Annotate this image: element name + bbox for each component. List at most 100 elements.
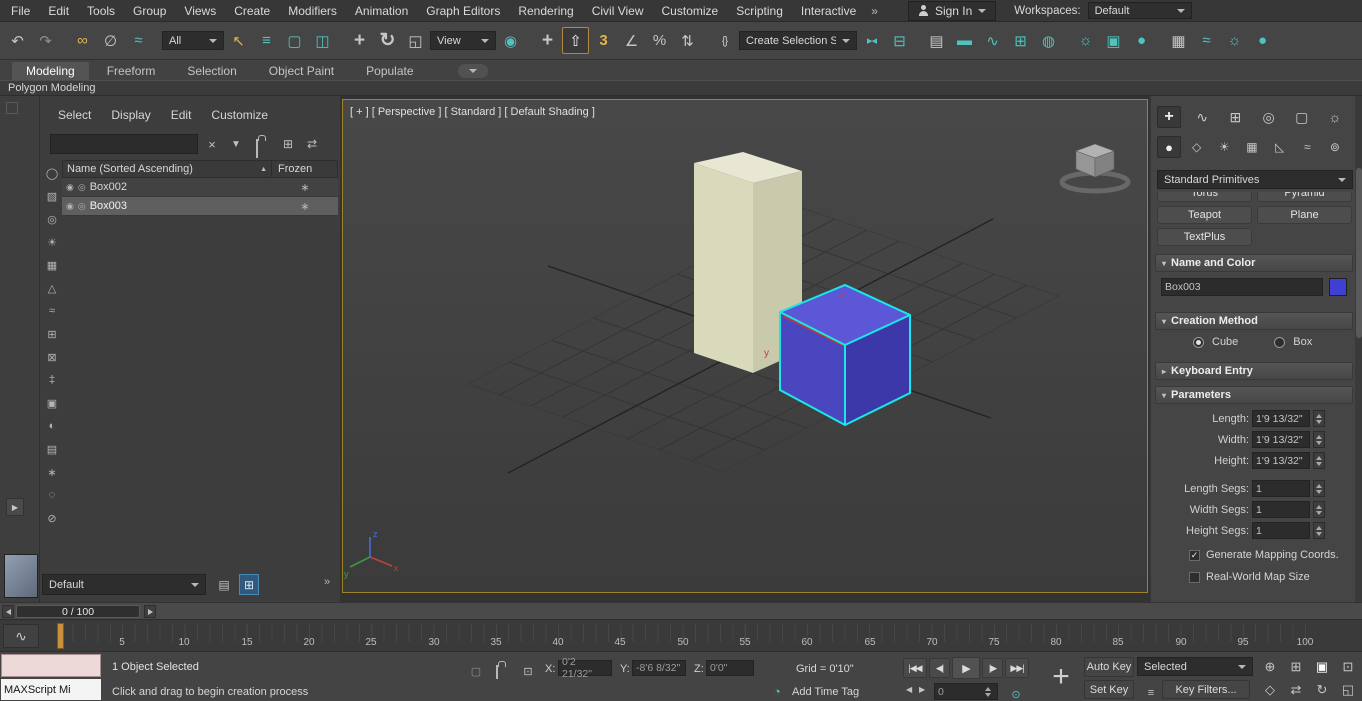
frame-spinner[interactable] <box>982 684 994 699</box>
play-animation-button[interactable]: ▶ <box>952 657 980 679</box>
select-all-icon[interactable]: ◯ <box>43 164 61 182</box>
teapot-button[interactable]: Teapot <box>1157 206 1252 224</box>
menu-item-views[interactable]: Views <box>175 0 225 22</box>
select-object-icon[interactable]: ↖ <box>225 27 252 54</box>
next-frame-button[interactable]: |▶ <box>982 658 1003 678</box>
width-spinner[interactable] <box>1313 431 1325 448</box>
isolate-selection-icon[interactable]: ▢ <box>462 658 489 685</box>
undo-icon[interactable]: ↶ <box>4 27 31 54</box>
width-segs-spinner[interactable] <box>1313 501 1325 518</box>
align-icon[interactable]: ⊟ <box>886 27 913 54</box>
primitive-category-select[interactable]: Standard Primitives <box>1157 170 1353 189</box>
generate-mapping-checkbox[interactable]: ✓ <box>1189 549 1200 561</box>
lights-category-icon[interactable]: ☀ <box>1212 136 1236 158</box>
viewport-canvas[interactable]: z y x y z <box>343 100 1147 592</box>
select-and-manipulate-icon[interactable]: + <box>534 27 561 54</box>
x-coordinate-field[interactable]: 0'2 21/32" <box>558 656 612 680</box>
display-frozen-icon[interactable]: ∗ <box>43 463 61 481</box>
display-containers-icon[interactable]: ▣ <box>43 394 61 412</box>
select-by-name-icon[interactable]: ≡ <box>253 27 280 54</box>
menu-item-edit[interactable]: Edit <box>39 0 78 22</box>
frame-back-icon[interactable]: ◀ <box>906 685 912 694</box>
render-in-cloud-icon[interactable]: ≈ <box>1193 27 1220 54</box>
plane-button[interactable]: Plane <box>1257 206 1352 224</box>
pyramid-button[interactable]: Pyramid <box>1257 192 1352 202</box>
length-field[interactable]: 1'9 13/32" <box>1252 410 1310 427</box>
panel-scrollbar[interactable] <box>1355 96 1362 602</box>
display-shapes-icon[interactable]: ◎ <box>43 210 61 228</box>
height-segs-spinner[interactable] <box>1313 522 1325 539</box>
length-segs-field[interactable]: 1 <box>1252 480 1310 497</box>
zoom-all-icon[interactable]: ⊞ <box>1284 656 1308 677</box>
box-radio[interactable] <box>1274 336 1286 348</box>
clear-search-icon[interactable]: × <box>202 134 222 154</box>
create-tab-icon[interactable]: + <box>1157 106 1181 128</box>
menu-item-rendering[interactable]: Rendering <box>509 0 582 22</box>
time-slider[interactable]: 0 / 100 <box>0 602 1362 619</box>
select-and-rotate-icon[interactable]: ↻ <box>374 27 401 54</box>
named-selection-set-select[interactable]: Create Selection Se <box>739 31 857 50</box>
select-and-scale-icon[interactable]: ◱ <box>402 27 429 54</box>
space-warps-category-icon[interactable]: ≈ <box>1295 136 1319 158</box>
percent-snap-icon[interactable]: % <box>646 27 673 54</box>
previous-frame-button[interactable] <box>2 605 14 618</box>
render-last-icon[interactable]: ☼ <box>1221 27 1248 54</box>
real-world-map-checkbox[interactable] <box>1189 571 1200 583</box>
box-radio-label[interactable]: Box <box>1293 336 1312 348</box>
display-tab-icon[interactable]: ▢ <box>1290 106 1314 128</box>
key-mode-toggle-icon[interactable]: ⊙ <box>1002 681 1029 701</box>
unlink-selection-icon[interactable]: ∅ <box>97 27 124 54</box>
orbit-icon[interactable]: ↻ <box>1310 679 1334 700</box>
frozen-toggle-icon[interactable]: ∗ <box>300 200 309 213</box>
rectangular-selection-region-icon[interactable]: ▢ <box>281 27 308 54</box>
tab-object-paint[interactable]: Object Paint <box>255 62 348 80</box>
redo-icon[interactable]: ↷ <box>32 27 59 54</box>
ribbon-panel-bar[interactable]: Polygon Modeling <box>0 80 1362 96</box>
use-pivot-point-center-icon[interactable]: ◉ <box>497 27 524 54</box>
height-field[interactable]: 1'9 13/32" <box>1252 452 1310 469</box>
maximize-viewport-icon[interactable]: ◱ <box>1336 679 1360 700</box>
width-field[interactable]: 1'9 13/32" <box>1252 431 1310 448</box>
maxscript-macro-recorder[interactable] <box>1 654 101 677</box>
real-world-map-label[interactable]: Real-World Map Size <box>1206 571 1310 583</box>
display-materials-icon[interactable]: ◐ <box>43 417 61 435</box>
viewcube[interactable] <box>1059 143 1131 194</box>
angle-snap-icon[interactable]: ∠ <box>618 27 645 54</box>
previous-frame-button[interactable]: ◀| <box>929 658 950 678</box>
set-keys-icon[interactable]: ≡ <box>1137 679 1164 701</box>
systems-category-icon[interactable]: ⊚ <box>1323 136 1347 158</box>
display-bones-icon[interactable]: ‡ <box>43 371 61 389</box>
workspace-select[interactable]: Default <box>1087 2 1192 19</box>
menu-item-animation[interactable]: Animation <box>346 0 417 22</box>
curve-editor-icon[interactable]: ∿ <box>979 27 1006 54</box>
navigation-cross-icon[interactable]: + <box>1042 655 1080 699</box>
explorer-menu-customize[interactable]: Customize <box>201 108 278 122</box>
menu-item-create[interactable]: Create <box>225 0 279 22</box>
menu-item-group[interactable]: Group <box>124 0 175 22</box>
zoom-extents-icon[interactable]: ▣ <box>1310 656 1334 677</box>
absolute-mode-icon[interactable]: ⊡ <box>514 658 541 685</box>
dock-handle[interactable] <box>6 102 18 114</box>
menu-item-scripting[interactable]: Scripting <box>727 0 792 22</box>
track-bar[interactable]: ∿ 5 10 15 20 25 30 35 40 45 50 55 60 65 … <box>0 619 1362 651</box>
mini-curve-editor-icon[interactable]: ∿ <box>3 624 39 648</box>
parameters-rollout[interactable]: ▾ Parameters <box>1155 386 1353 404</box>
mirror-icon[interactable]: ▸◂ <box>858 27 885 54</box>
viewport-layout-tab[interactable] <box>4 554 38 598</box>
sync-selection-icon[interactable]: ⇄ <box>302 134 322 154</box>
tab-selection[interactable]: Selection <box>173 62 250 80</box>
tab-populate[interactable]: Populate <box>352 62 427 80</box>
reference-coordinate-select[interactable]: View <box>430 31 496 50</box>
column-header-frozen[interactable]: Frozen <box>271 161 337 177</box>
y-coordinate-field[interactable]: -8'6 8/32" <box>632 660 686 676</box>
select-and-move-icon[interactable]: + <box>346 27 373 54</box>
height-segs-field[interactable]: 1 <box>1252 522 1310 539</box>
shapes-category-icon[interactable]: ◇ <box>1185 136 1209 158</box>
time-slider-handle[interactable]: 0 / 100 <box>16 605 140 618</box>
frozen-toggle-icon[interactable]: ∗ <box>300 181 309 194</box>
display-geometry-icon[interactable]: ▧ <box>43 187 61 205</box>
render-production-icon[interactable]: ● <box>1128 27 1155 54</box>
key-mode-select[interactable]: Selected <box>1137 657 1253 676</box>
field-of-view-icon[interactable]: ◇ <box>1258 679 1282 700</box>
select-and-link-icon[interactable]: ∞ <box>69 27 96 54</box>
